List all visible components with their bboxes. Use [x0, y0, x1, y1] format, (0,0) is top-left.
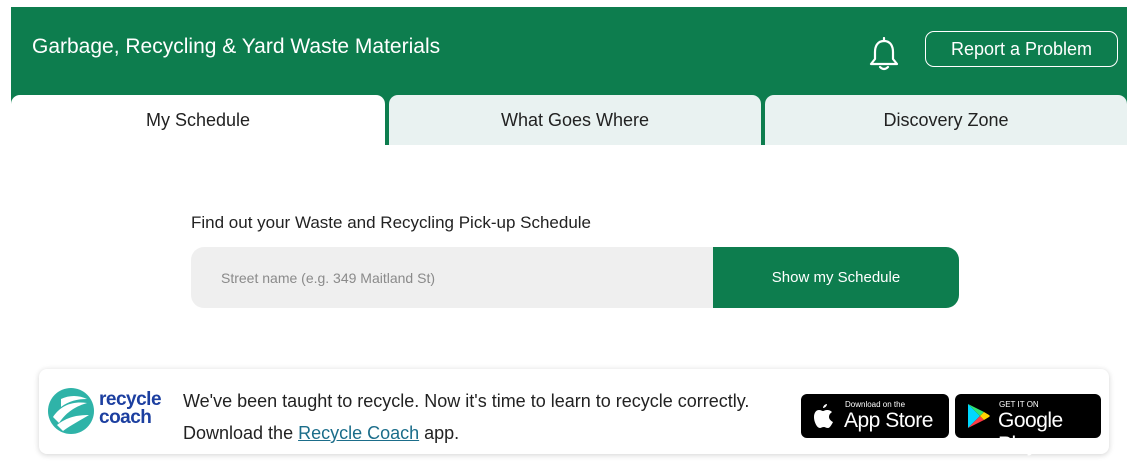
recycle-coach-link[interactable]: Recycle Coach — [298, 423, 419, 443]
street-search-input[interactable] — [191, 247, 731, 308]
google-play-badge[interactable]: GET IT ON Google Play — [955, 394, 1101, 456]
tab-my-schedule[interactable]: My Schedule — [11, 95, 385, 145]
app-store-badge[interactable]: Download on the App Store — [801, 394, 949, 438]
schedule-search: Show my Schedule — [191, 247, 959, 308]
tab-discovery-zone[interactable]: Discovery Zone — [765, 95, 1127, 145]
promo-message: We've been taught to recycle. Now it's t… — [183, 391, 750, 443]
page-title: Garbage, Recycling & Yard Waste Material… — [32, 35, 441, 58]
bell-icon[interactable] — [867, 37, 901, 73]
apple-icon — [814, 404, 833, 428]
waste-widget: Garbage, Recycling & Yard Waste Material… — [11, 7, 1127, 476]
header-bar: Garbage, Recycling & Yard Waste Material… — [11, 7, 1127, 145]
google-play-icon — [968, 404, 990, 428]
recycle-coach-wordmark: recycle coach — [99, 389, 162, 428]
schedule-prompt: Find out your Waste and Recycling Pick-u… — [191, 213, 592, 232]
tab-bar: My Schedule What Goes Where Discovery Zo… — [11, 95, 1127, 145]
show-schedule-button[interactable]: Show my Schedule — [713, 247, 959, 308]
recycle-coach-logo-mark — [48, 388, 94, 434]
recycle-coach-banner: recycle coach We've been taught to recyc… — [39, 369, 1109, 456]
recycle-coach-logo: recycle coach — [47, 387, 187, 437]
report-problem-button[interactable]: Report a Problem — [925, 31, 1118, 67]
tab-what-goes-where[interactable]: What Goes Where — [389, 95, 761, 145]
